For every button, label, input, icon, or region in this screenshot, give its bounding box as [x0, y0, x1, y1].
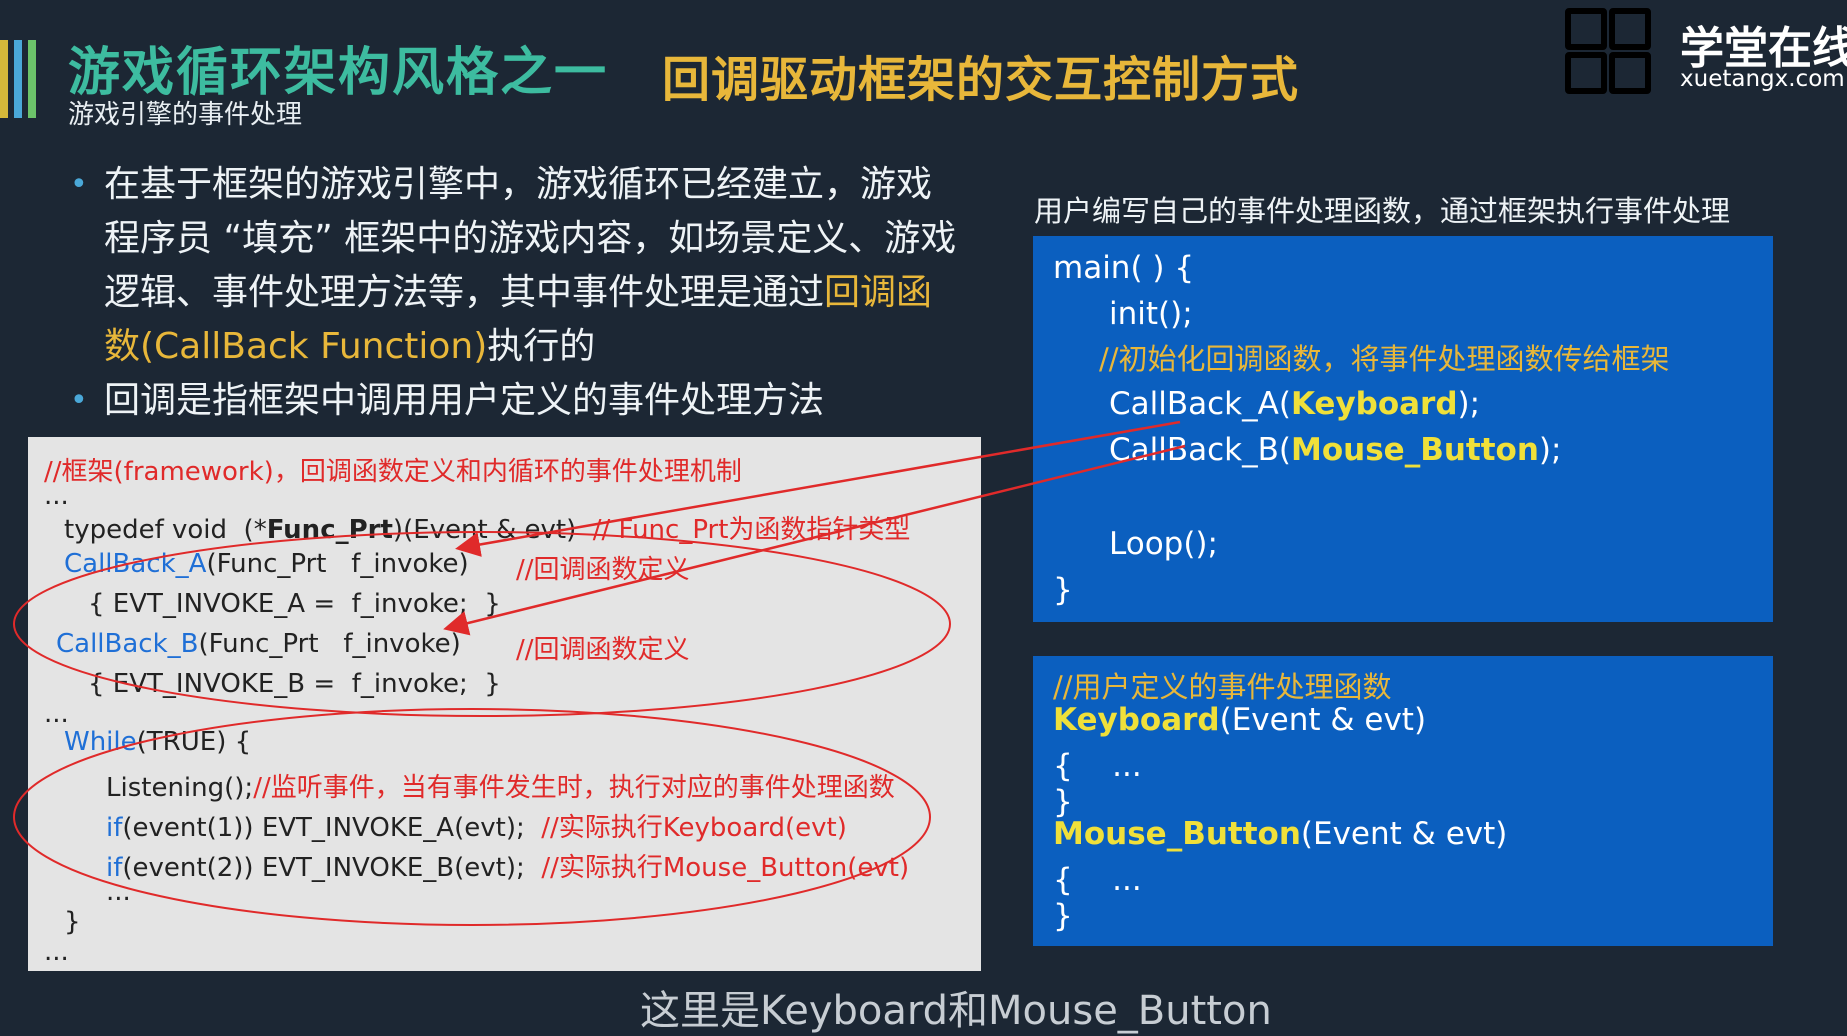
typedef-line: typedef void (*Func_Prt)(Event & evt) //…: [64, 515, 911, 545]
mouse-button-close: }: [1053, 898, 1073, 934]
main-callback-a: CallBack_A(Keyboard);: [1109, 386, 1481, 422]
bullet-2-text: 回调是指框架中调用用户定义的事件处理方法: [104, 380, 825, 421]
logo-text-en: xuetangx.com: [1680, 66, 1845, 92]
right-caption: 用户编写自己的事件处理函数，通过框架执行事件处理: [1034, 194, 1731, 228]
mouse-button-open: { ...: [1053, 862, 1142, 898]
user-comment: //用户定义的事件处理函数: [1053, 670, 1392, 704]
code-ellipsis: ...: [106, 877, 131, 907]
if-event2-line: if(event(2)) EVT_INVOKE_B(evt); //实际执行Mo…: [106, 853, 910, 883]
framework-code-panel: //框架(framework)，回调函数定义和内循环的事件处理机制 ... ty…: [28, 437, 981, 971]
mouse-button-def: Mouse_Button(Event & evt): [1053, 816, 1508, 852]
bullet-list: • 在基于框架的游戏引擎中，游戏循环已经建立，游戏程序员 “填充” 框架中的游戏…: [62, 158, 962, 428]
slide-topic: 回调驱动框架的交互控制方式: [662, 52, 1300, 108]
callback-b-body: { EVT_INVOKE_B = f_invoke; }: [88, 669, 501, 699]
xuetangx-logo: 学堂在线 xuetangx.com: [1565, 8, 1847, 98]
accent-bar-yellow: [0, 40, 8, 118]
code-ellipsis: ...: [44, 937, 69, 967]
if-event1-line: if(event(1)) EVT_INVOKE_A(evt); //实际执行Ke…: [106, 813, 847, 843]
bullet-1-tail: 执行的: [487, 326, 596, 367]
main-code-box: main( ) { init(); //初始化回调函数，将事件处理函数传给框架 …: [1033, 236, 1773, 622]
loop-line: Loop();: [1109, 526, 1218, 562]
while-line: While(TRUE) {: [64, 727, 252, 757]
bottom-caption: 这里是Keyboard和Mouse_Button: [640, 988, 1272, 1034]
user-handler-box: //用户定义的事件处理函数 Keyboard(Event & evt) { ..…: [1033, 656, 1773, 946]
framework-comment: //框架(framework)，回调函数定义和内循环的事件处理机制: [44, 457, 742, 487]
bullet-item-2: • 回调是指框架中调用用户定义的事件处理方法: [62, 374, 962, 428]
init-line: init();: [1109, 296, 1193, 332]
callback-a-comment: //回调函数定义: [516, 555, 690, 585]
bullet-dot-icon: •: [70, 167, 88, 202]
main-close: }: [1053, 572, 1073, 608]
callback-a-body: { EVT_INVOKE_A = f_invoke; }: [88, 589, 501, 619]
main-callback-b: CallBack_B(Mouse_Button);: [1109, 432, 1562, 468]
accent-bar-green: [28, 40, 36, 118]
callback-b-def: CallBack_B(Func_Prt f_invoke): [56, 629, 461, 659]
bullet-item-1: • 在基于框架的游戏引擎中，游戏循环已经建立，游戏程序员 “填充” 框架中的游戏…: [62, 158, 962, 374]
keyboard-def: Keyboard(Event & evt): [1053, 702, 1427, 738]
bullet-dot-icon: •: [70, 383, 88, 418]
slide-subtitle: 游戏引擎的事件处理: [68, 100, 303, 130]
init-comment: //初始化回调函数，将事件处理函数传给框架: [1099, 342, 1670, 376]
keyboard-close: }: [1053, 784, 1073, 820]
logo-grid-icon: [1565, 8, 1653, 96]
code-ellipsis: ...: [44, 481, 69, 511]
accent-bar-blue: [14, 40, 22, 118]
while-close: }: [64, 907, 81, 937]
main-line: main( ) {: [1053, 250, 1195, 286]
listening-line: Listening();//监听事件，当有事件发生时，执行对应的事件处理函数: [106, 773, 895, 803]
callback-b-comment: //回调函数定义: [516, 635, 690, 665]
code-ellipsis: ...: [44, 699, 69, 729]
callback-a-def: CallBack_A(Func_Prt f_invoke): [64, 549, 469, 579]
keyboard-open: { ...: [1053, 748, 1142, 784]
